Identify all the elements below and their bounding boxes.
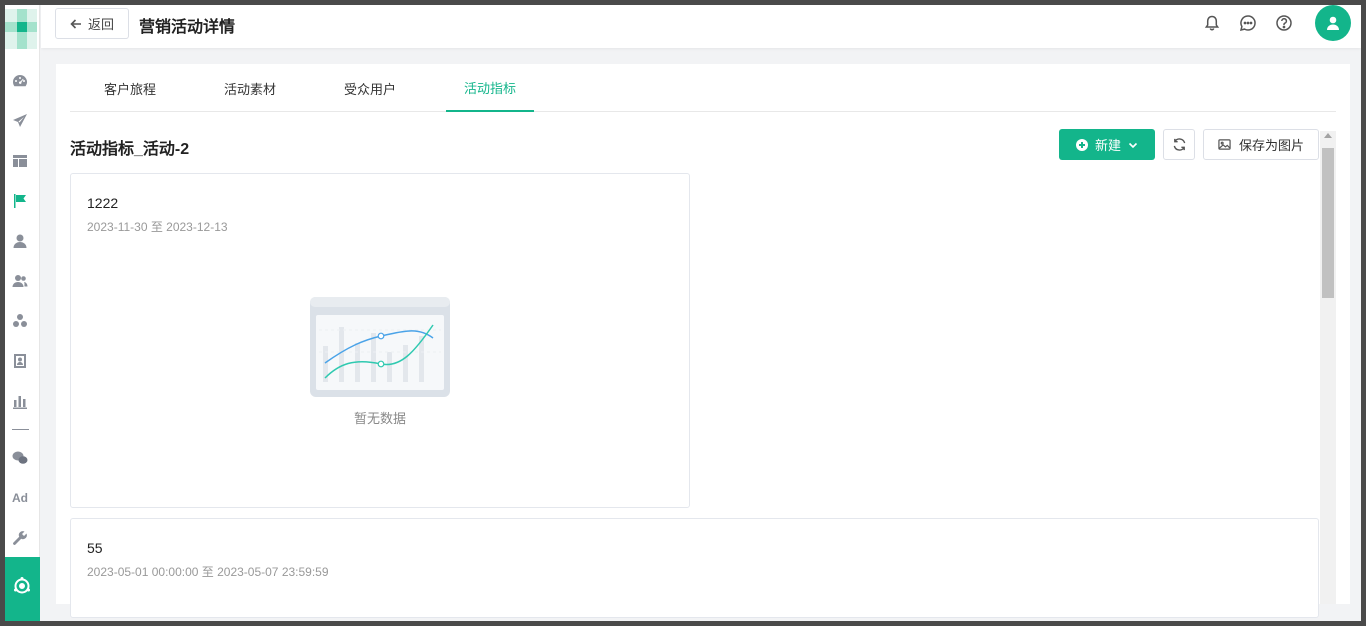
main-panel: 客户旅程 活动素材 受众用户 活动指标 活动指标_活动-2 新建 保存为图片 1… <box>56 64 1350 618</box>
cluster-icon[interactable] <box>10 311 30 331</box>
metric-name: 55 <box>87 540 103 556</box>
chevron-down-icon <box>1128 142 1138 148</box>
avatar[interactable] <box>1315 5 1351 41</box>
new-label: 新建 <box>1094 138 1121 153</box>
tab-audience-users[interactable]: 受众用户 <box>326 64 414 112</box>
metric-date-range: 2023-11-30 至 2023-12-13 <box>87 220 228 234</box>
dashboard-icon[interactable] <box>10 71 30 91</box>
empty-state-text: 暂无数据 <box>353 411 406 426</box>
back-label: 返回 <box>87 17 114 32</box>
refresh-icon <box>1173 138 1185 151</box>
ad-icon[interactable]: Ad <box>10 488 30 508</box>
metric-card[interactable]: 55 2023-05-01 00:00:00 至 2023-05-07 23:5… <box>70 518 1319 618</box>
send-icon[interactable] <box>10 111 30 131</box>
arrow-left-icon <box>70 18 81 29</box>
layout-icon[interactable] <box>10 151 30 171</box>
save-as-image-button[interactable]: 保存为图片 <box>1203 129 1319 160</box>
new-button[interactable]: 新建 <box>1059 129 1155 160</box>
app-logo <box>5 9 37 49</box>
refresh-button[interactable] <box>1163 129 1195 160</box>
top-header: 返回 营销活动详情 <box>41 5 1361 48</box>
user-avatar-icon <box>1327 16 1339 30</box>
tab-customer-journey[interactable]: 客户旅程 <box>86 64 174 112</box>
users-icon[interactable] <box>10 271 30 291</box>
empty-chart-illustration <box>310 297 450 397</box>
scroll-thumb[interactable] <box>1322 148 1334 298</box>
profile-card-icon[interactable] <box>10 351 30 371</box>
chat-icon[interactable] <box>1239 14 1257 32</box>
tab-activity-metrics[interactable]: 活动指标 <box>446 64 534 112</box>
tab-activity-materials[interactable]: 活动素材 <box>206 64 294 112</box>
vertical-scrollbar[interactable] <box>1320 131 1336 604</box>
page-title: 营销活动详情 <box>139 19 236 36</box>
metric-date-range: 2023-05-01 00:00:00 至 2023-05-07 23:59:5… <box>87 565 329 579</box>
section-title: 活动指标_活动-2 <box>70 141 190 158</box>
save-as-image-label: 保存为图片 <box>1238 138 1304 153</box>
tab-bar: 客户旅程 活动素材 受众用户 活动指标 <box>70 64 1336 112</box>
back-button[interactable]: 返回 <box>55 8 129 39</box>
metric-card[interactable]: 1222 2023-11-30 至 2023-12-13 暂无数据 <box>70 173 690 508</box>
plus-circle-icon <box>1075 138 1088 151</box>
flag-icon[interactable] <box>10 191 30 211</box>
marketing-hub-icon[interactable] <box>5 557 40 621</box>
sidebar: Ad <box>5 5 40 621</box>
wrench-icon[interactable] <box>10 528 30 548</box>
image-icon <box>1218 139 1231 150</box>
scroll-up-arrow-icon[interactable] <box>1324 133 1332 138</box>
bar-chart-icon[interactable] <box>10 391 30 411</box>
help-icon[interactable] <box>1275 14 1293 32</box>
sidebar-divider <box>12 429 29 430</box>
bell-icon[interactable] <box>1203 14 1221 32</box>
app-window: Ad 返回 营销活动详情 客户旅程 活动素材 受众用户 活动指标 活动指标_活动… <box>0 0 1366 626</box>
metric-name: 1222 <box>87 195 119 211</box>
wechat-icon[interactable] <box>10 448 30 468</box>
user-icon[interactable] <box>10 231 30 251</box>
